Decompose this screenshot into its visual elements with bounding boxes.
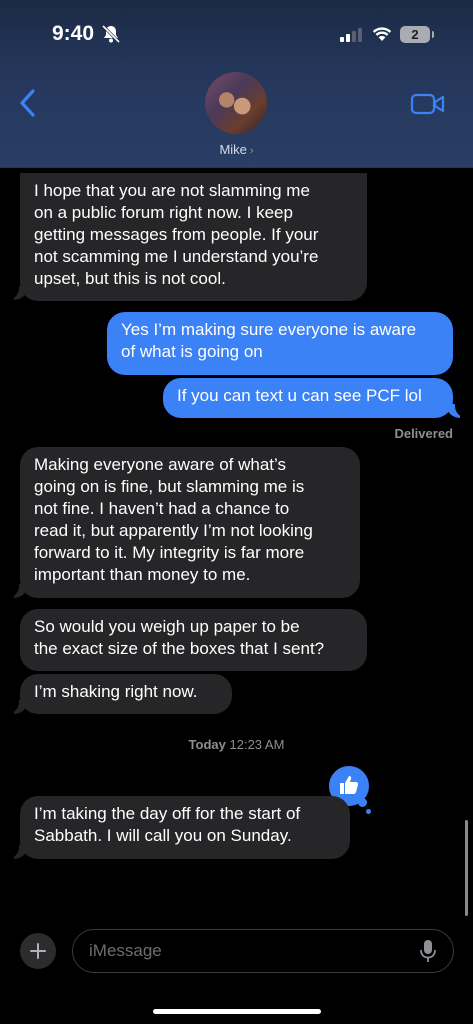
message-bubble-incoming[interactable]: Making everyone aware of what’s going on… [20, 447, 360, 598]
video-camera-icon[interactable] [410, 92, 446, 116]
contact-name: Mike [219, 142, 247, 157]
message-bubble-outgoing[interactable]: Yes I’m making sure everyone is aware of… [107, 312, 453, 375]
microphone-icon[interactable] [419, 939, 437, 963]
message-bubble-incoming[interactable]: I’m taking the day off for the start of … [20, 796, 350, 859]
contact-avatar[interactable] [205, 72, 267, 134]
bubble-tail [5, 841, 28, 859]
delivered-label: Delivered [394, 426, 453, 441]
message-bubble-incoming[interactable]: I’m shaking right now. [20, 674, 232, 714]
home-indicator[interactable] [153, 1009, 321, 1014]
wifi-icon [372, 27, 392, 41]
bubble-tail [5, 282, 28, 300]
timestamp-day: Today [188, 737, 226, 752]
back-chevron-icon[interactable] [18, 88, 38, 118]
message-input[interactable]: iMessage [72, 929, 454, 973]
cellular-signal-icon [340, 28, 362, 42]
battery-indicator: 2 [400, 26, 430, 43]
bubble-tail [5, 580, 28, 598]
battery-tip [432, 31, 434, 38]
message-bubble-outgoing[interactable]: If you can text u can see PCF lol [163, 378, 453, 418]
timestamp-time: 12:23 AM [229, 737, 285, 752]
scrollbar[interactable] [465, 820, 468, 916]
apps-plus-button[interactable] [20, 933, 56, 969]
reaction-dot [358, 798, 367, 807]
thumbs-up-icon [340, 776, 359, 794]
conversation-timestamp: Today 12:23 AM [0, 737, 473, 752]
bubble-tail [5, 696, 28, 714]
bell-slash-icon [101, 24, 121, 44]
chevron-right-icon: › [249, 145, 254, 157]
message-bubble-incoming[interactable]: I hope that you are not slamming me on a… [20, 173, 367, 301]
status-time: 9:40 [52, 22, 95, 45]
message-bubble-incoming[interactable]: So would you weigh up paper to be the ex… [20, 609, 367, 671]
conversation-header: 9:40 2 Mike › [0, 0, 473, 168]
contact-name-button[interactable]: Mike › [0, 142, 473, 157]
reaction-dot [366, 809, 371, 814]
plus-icon-vertical [37, 943, 39, 959]
bubble-tail [446, 400, 469, 418]
